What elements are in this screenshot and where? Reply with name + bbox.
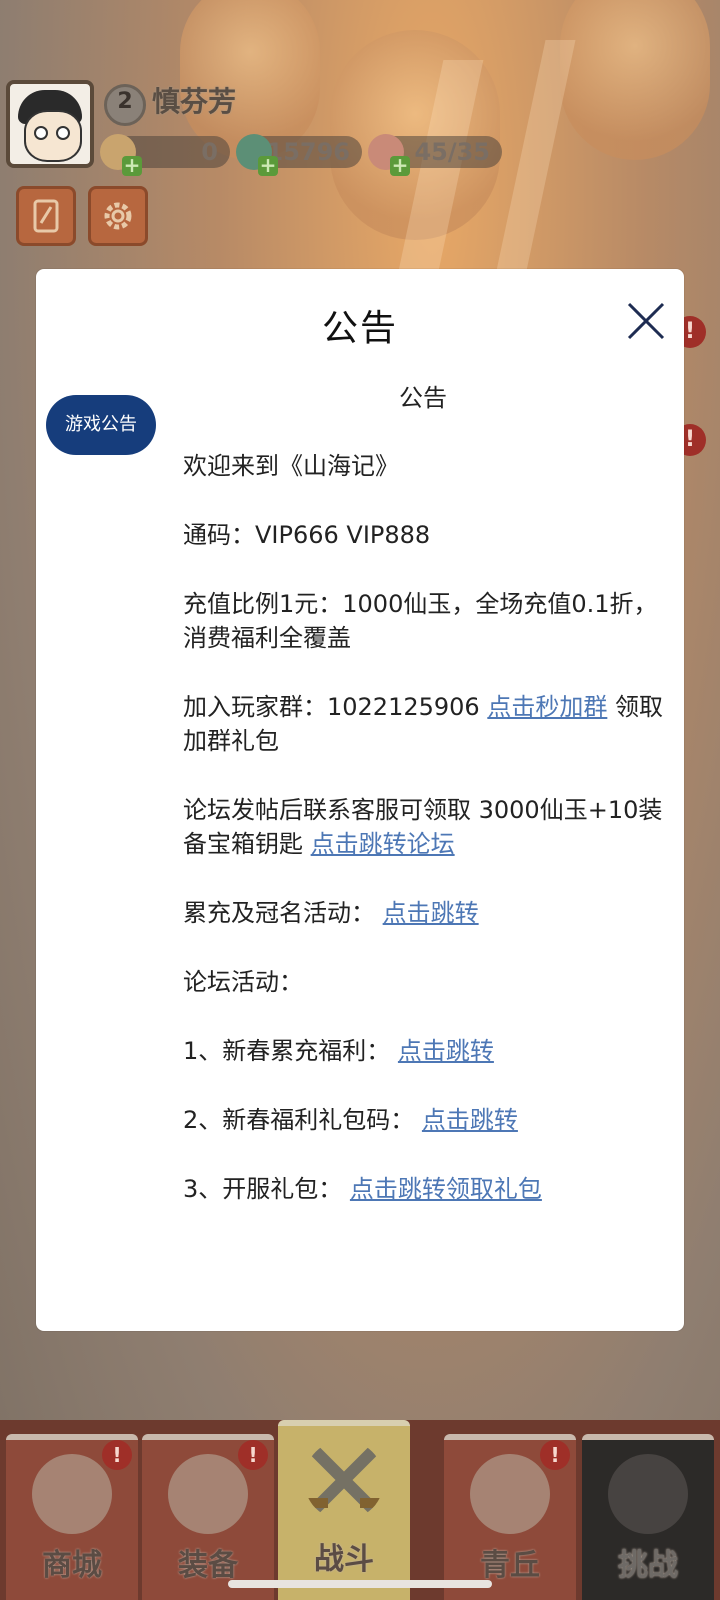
tab-label: 装备 xyxy=(178,1548,238,1583)
forum-reward-line: 论坛发帖后联系客服可领取 3000仙玉+10装备宝箱钥匙 点击跳转论坛 xyxy=(183,796,663,858)
event-link[interactable]: 点击跳转领取礼包 xyxy=(350,1175,542,1203)
event-link[interactable]: 点击跳转 xyxy=(422,1106,518,1134)
settings-button[interactable] xyxy=(88,186,148,246)
add-icon[interactable]: + xyxy=(122,155,142,176)
bottom-navigation: 商城 ! 装备 ! 战斗 青丘 ! 挑战 xyxy=(0,1420,720,1600)
activity-line: 累充及冠名活动： 点击跳转 xyxy=(183,899,479,927)
card-button[interactable] xyxy=(16,186,76,246)
add-icon[interactable]: + xyxy=(390,155,410,176)
tab-challenge[interactable]: 挑战 xyxy=(582,1434,714,1600)
tab-label: 青丘 xyxy=(480,1548,540,1583)
close-icon[interactable] xyxy=(626,301,666,341)
event-link[interactable]: 点击跳转 xyxy=(398,1037,494,1065)
event-item: 2、新春福利礼包码： 点击跳转 xyxy=(183,1106,518,1134)
forum-events-heading: 论坛活动： xyxy=(183,968,303,996)
tab-label: 战斗 xyxy=(314,1542,374,1577)
content-heading: 公告 xyxy=(399,384,447,412)
mountain-icon xyxy=(470,1454,550,1534)
player-name: 慎芬芳 xyxy=(152,85,237,118)
crossed-swords-icon xyxy=(308,1445,380,1515)
join-group-link[interactable]: 点击秒加群 xyxy=(487,693,607,721)
tab-shop[interactable]: 商城 ! xyxy=(6,1434,138,1600)
tab-equipment[interactable]: 装备 ! xyxy=(142,1434,274,1600)
jade-dragon-icon[interactable]: + xyxy=(236,134,278,176)
tab-label: 挑战 xyxy=(618,1548,678,1583)
welcome-text: 欢迎来到《山海记》 xyxy=(183,452,399,480)
shop-icon xyxy=(32,1454,112,1534)
avatar[interactable] xyxy=(6,80,94,168)
gift-codes-text: 通码：VIP666 VIP888 xyxy=(183,521,431,549)
helmet-icon xyxy=(168,1454,248,1534)
tab-battle[interactable]: 战斗 xyxy=(278,1420,410,1600)
alert-badge: ! xyxy=(238,1440,268,1470)
dialog-title: 公告 xyxy=(321,308,398,349)
scroll-coin-icon[interactable]: + xyxy=(100,134,142,176)
tab-label: 商城 xyxy=(42,1548,102,1583)
announcement-dialog: 公告 游戏公告 公告 欢迎来到《山海记》 通码：VIP666 VIP888 充值… xyxy=(36,269,684,1331)
event-item: 3、开服礼包： 点击跳转领取礼包 xyxy=(183,1175,542,1203)
recharge-ratio-text: 充值比例1元：1000仙玉，全场充值0.1折，消费福利全覆盖 xyxy=(183,590,658,652)
tab-game-announcement[interactable]: 游戏公告 xyxy=(46,395,156,455)
level-badge: 2 xyxy=(104,84,146,126)
event-item: 1、新春累充福利： 点击跳转 xyxy=(183,1037,494,1065)
forum-link[interactable]: 点击跳转论坛 xyxy=(311,830,455,858)
card-icon xyxy=(33,199,59,233)
lantern-decoration xyxy=(560,0,710,160)
home-indicator[interactable] xyxy=(228,1580,492,1588)
player-group-line: 加入玩家群：1022125906 点击秒加群 领取加群礼包 xyxy=(183,693,663,755)
peach-icon[interactable]: + xyxy=(368,134,410,176)
alert-badge: ! xyxy=(540,1440,570,1470)
announcement-content: 公告 欢迎来到《山海记》 通码：VIP666 VIP888 充值比例1元：100… xyxy=(183,381,663,1241)
tab-qingqiu[interactable]: 青丘 ! xyxy=(444,1434,576,1600)
add-icon[interactable]: + xyxy=(258,155,278,176)
gear-icon xyxy=(104,202,132,230)
challenge-icon xyxy=(608,1454,688,1534)
alert-badge: ! xyxy=(102,1440,132,1470)
activity-link[interactable]: 点击跳转 xyxy=(383,899,479,927)
